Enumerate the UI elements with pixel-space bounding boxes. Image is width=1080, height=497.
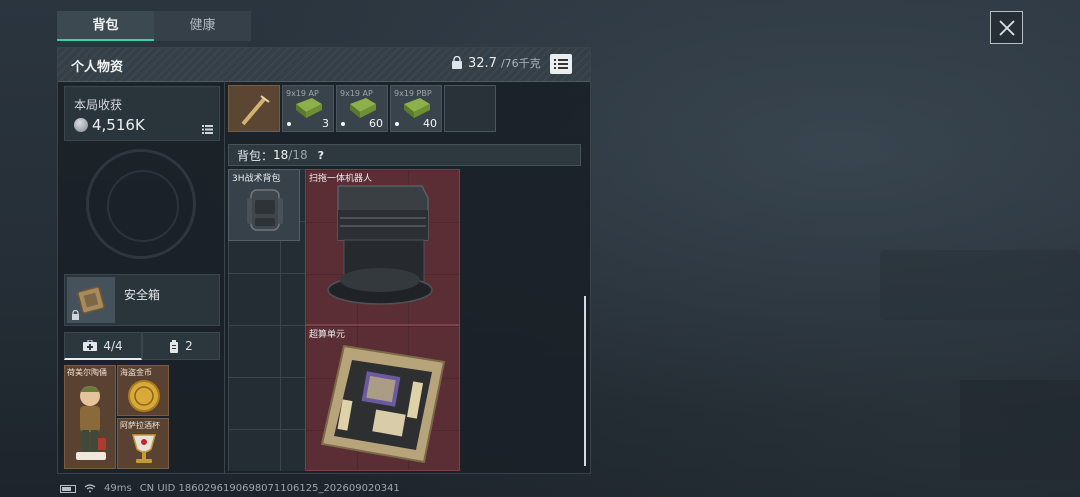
safe-box-item[interactable]: [67, 277, 115, 323]
slot-empty[interactable]: [444, 85, 496, 132]
close-icon: [998, 19, 1015, 36]
item-robot-vacuum[interactable]: 扫拖一体机器人: [305, 169, 460, 325]
tool-icon: [241, 95, 270, 126]
valuable-item-goblet[interactable]: 阿萨拉酒杯: [117, 418, 169, 469]
storage-area: 9x19 AP 3 9x19 AP 60 9x19 PBP 40 背包： 18 …: [225, 81, 590, 473]
ammo-indicator-dot: [341, 122, 345, 126]
tab-medkit-count[interactable]: 4/4: [64, 332, 142, 360]
help-icon[interactable]: ?: [318, 149, 324, 162]
list-icon: [554, 59, 568, 69]
quick-slot-row: 9x19 AP 3 9x19 AP 60 9x19 PBP 40: [228, 85, 496, 132]
figurine-icon: [76, 386, 106, 460]
robot-vacuum-icon: [327, 185, 433, 305]
tab-backpack[interactable]: 背包: [57, 11, 154, 41]
background-box: [960, 380, 1080, 480]
panel-title: 个人物资: [71, 60, 124, 75]
income-value: 4,516K: [92, 116, 145, 134]
panel-header: 个人物资 32.7/76千克: [58, 48, 590, 82]
status-bar: 49ms CN UID 1860296190698071106125_20260…: [60, 483, 400, 494]
battery-icon: [60, 484, 76, 493]
container-tabs: 4/4 2: [64, 332, 220, 360]
valuable-name: 海盗金币: [120, 368, 152, 377]
ammo-indicator-dot: [395, 122, 399, 126]
weight-indicator: 32.7/76千克: [450, 55, 541, 71]
valuable-item-gold-coin[interactable]: 海盗金币: [117, 365, 169, 416]
background-crate: [880, 250, 1080, 320]
valuable-name: 阿萨拉酒杯: [120, 421, 160, 430]
backpack-total: /18: [288, 148, 308, 162]
circuit-board-icon: [320, 344, 446, 464]
ammo-indicator-dot: [287, 122, 291, 126]
medkit-count: 4/4: [103, 338, 123, 353]
backpack-icon: [247, 189, 283, 231]
wifi-icon: [84, 484, 96, 493]
scrollbar[interactable]: [584, 296, 586, 466]
close-button[interactable]: [990, 11, 1023, 44]
medkit-icon: [83, 340, 98, 351]
backpack-used: 18: [273, 148, 289, 162]
tab-ammo-count[interactable]: 2: [142, 332, 220, 360]
valuable-item-figurine[interactable]: 荷美尔陶俑: [64, 365, 116, 469]
backpack-label: 背包：: [237, 148, 274, 163]
details-list-icon[interactable]: [202, 125, 213, 134]
slot-ammo-3[interactable]: 9x19 PBP 40: [390, 85, 442, 132]
goblet-icon: [132, 434, 156, 463]
ammo-count: 2: [185, 339, 193, 353]
weight-icon: [452, 56, 462, 69]
lock-icon: [72, 310, 79, 320]
item-computing-unit[interactable]: 超算单元: [305, 325, 460, 471]
income-value-row: 4,516K: [74, 116, 145, 134]
faction-emblem-watermark: [86, 149, 196, 259]
magazine-icon: [170, 339, 179, 353]
valuable-name: 荷美尔陶俑: [67, 368, 107, 377]
backpack-capacity-bar: 背包： 18 /18 ?: [228, 144, 581, 166]
ping-value: 49ms: [104, 483, 132, 494]
gold-coin-icon: [128, 380, 160, 412]
ammo-quantity: 3: [322, 117, 329, 130]
sort-list-button[interactable]: [550, 54, 572, 74]
coin-icon: [74, 118, 88, 132]
user-id: CN UID 1860296190698071106125_2026090203…: [139, 483, 400, 494]
safe-box-slot[interactable]: 安全箱: [64, 274, 220, 326]
valuables-grid: 荷美尔陶俑 海盗金币 阿萨拉酒杯: [64, 365, 169, 471]
weight-max: /76千克: [500, 57, 541, 70]
emblem-inner-ring: [107, 170, 179, 242]
inventory-panel: 个人物资 32.7/76千克 本局收获 4,516K 安全箱 4/4 2 荷美尔…: [57, 47, 591, 474]
slot-ammo-1[interactable]: 9x19 AP 3: [282, 85, 334, 132]
tab-health[interactable]: 健康: [154, 11, 251, 41]
equipment-column: 本局收获 4,516K 安全箱 4/4 2 荷美尔陶俑 海盗金币 阿萨拉酒杯: [58, 81, 225, 473]
income-label: 本局收获: [74, 98, 123, 112]
income-card[interactable]: 本局收获 4,516K: [64, 86, 220, 141]
safe-box-label: 安全箱: [124, 288, 161, 302]
item-tactical-backpack[interactable]: 3H战术背包: [228, 169, 300, 241]
ammo-box-icon: [296, 98, 322, 118]
slot-ammo-2[interactable]: 9x19 AP 60: [336, 85, 388, 132]
ammo-quantity: 60: [369, 117, 383, 130]
weight-current: 32.7: [468, 55, 497, 71]
slot-item-tool[interactable]: [228, 85, 280, 132]
ammo-quantity: 40: [423, 117, 437, 130]
top-tabs: 背包 健康: [57, 11, 251, 41]
